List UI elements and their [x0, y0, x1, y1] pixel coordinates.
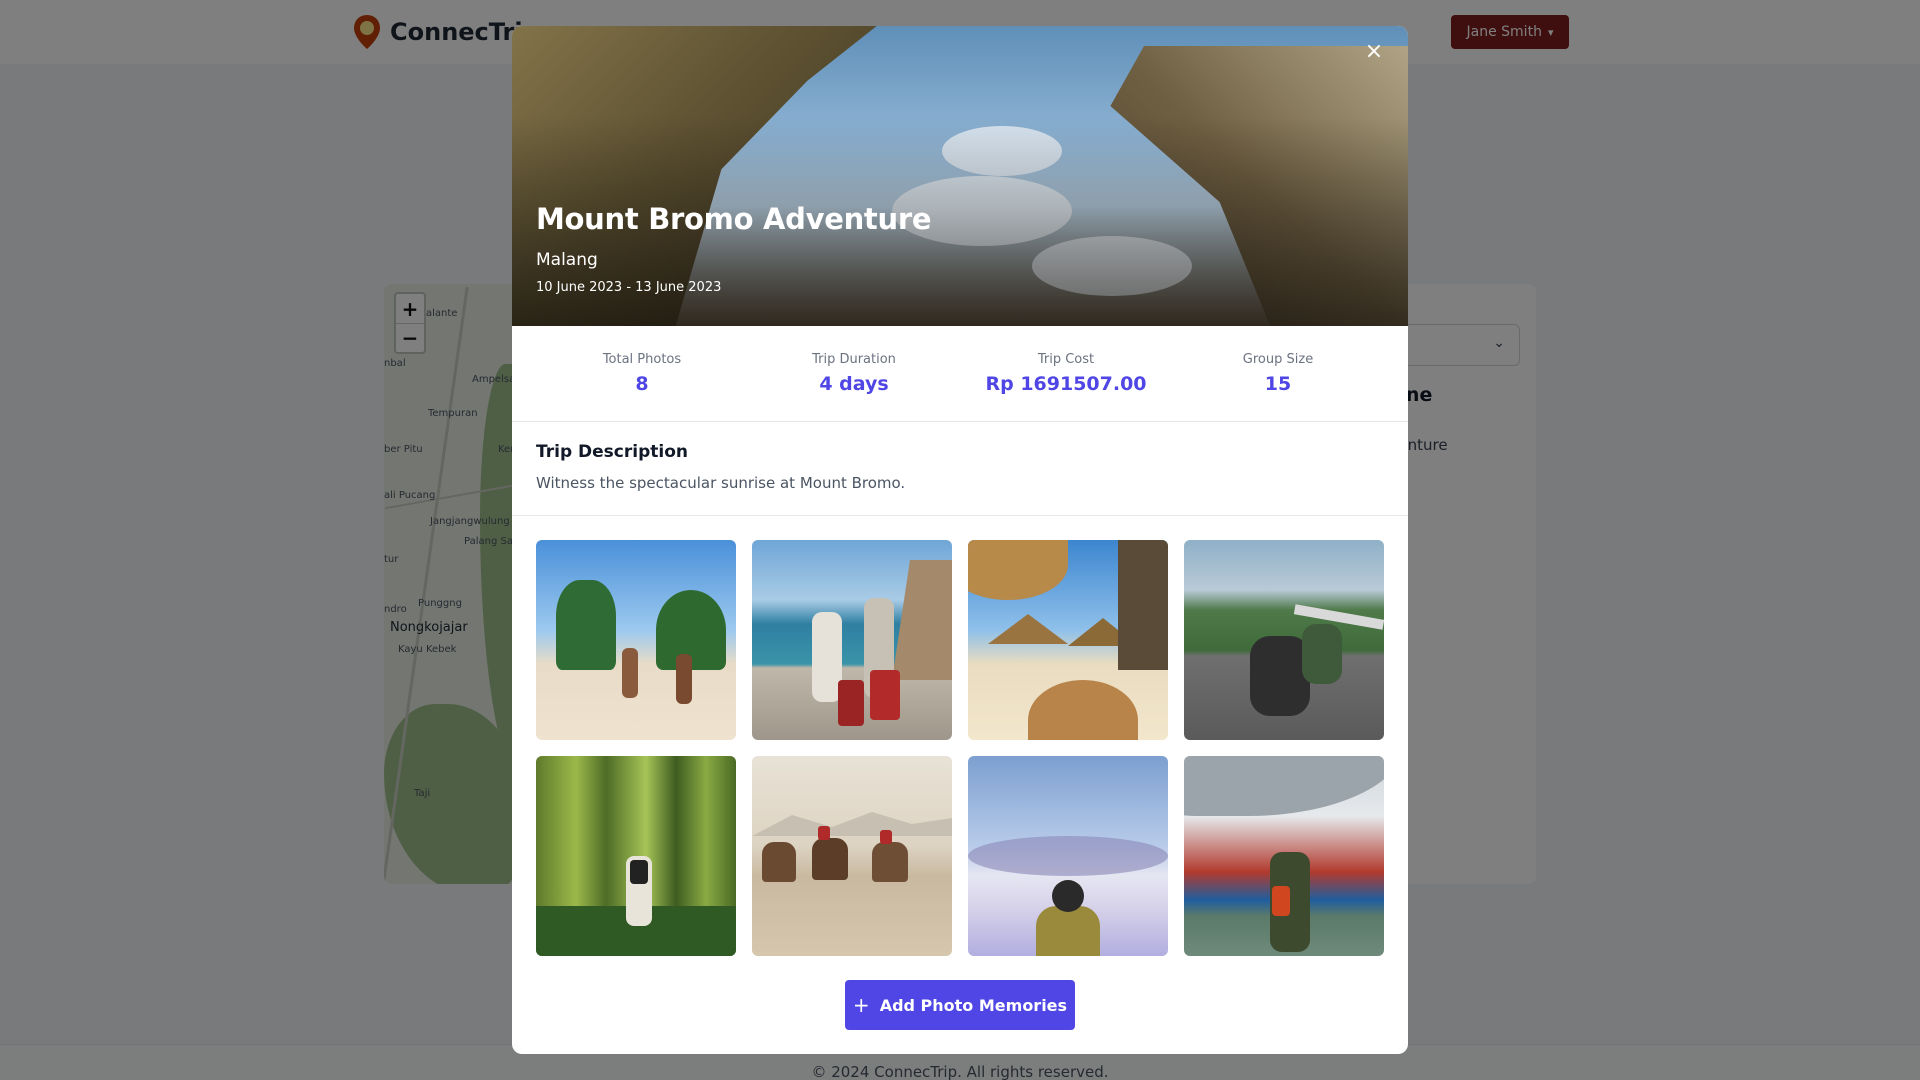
photo-thumbnail[interactable] — [536, 756, 736, 956]
photo-thumbnail[interactable] — [752, 756, 952, 956]
photo-thumbnail[interactable] — [968, 540, 1168, 740]
stat-label: Group Size — [1242, 352, 1314, 367]
description-text: Witness the spectacular sunrise at Mount… — [536, 474, 906, 492]
photo-thumbnail[interactable] — [1184, 756, 1384, 956]
stat-value: 4 days — [819, 373, 889, 395]
stat-group-size: Group Size 15 — [1172, 326, 1384, 421]
photo-thumbnail[interactable] — [968, 756, 1168, 956]
plus-icon: + — [852, 993, 870, 1017]
stat-label: Trip Cost — [1037, 352, 1095, 367]
photo-thumbnail[interactable] — [1184, 540, 1384, 740]
stat-value: 15 — [1264, 373, 1292, 395]
trip-stats: Total Photos 8 Trip Duration 4 days Trip… — [512, 326, 1408, 422]
stat-value: 8 — [635, 373, 649, 395]
stat-trip-duration: Trip Duration 4 days — [748, 326, 960, 421]
trip-dates: 10 June 2023 - 13 June 2023 — [536, 280, 722, 295]
stat-label: Total Photos — [602, 352, 682, 367]
photo-thumbnail[interactable] — [536, 540, 736, 740]
trip-detail-modal: × Mount Bromo Adventure Malang 10 June 2… — [512, 26, 1408, 1054]
stat-total-photos: Total Photos 8 — [536, 326, 748, 421]
trip-cover-image: × Mount Bromo Adventure Malang 10 June 2… — [512, 26, 1408, 326]
stat-value: Rp 1691507.00 — [985, 373, 1147, 395]
trip-header: Mount Bromo Adventure Malang 10 June 202… — [536, 202, 932, 295]
add-photo-memories-label: Add Photo Memories — [879, 995, 1068, 1015]
trip-city: Malang — [536, 250, 598, 270]
stat-trip-cost: Trip Cost Rp 1691507.00 — [960, 326, 1172, 421]
trip-title: Mount Bromo Adventure — [536, 202, 932, 236]
add-photo-memories-button[interactable]: + Add Photo Memories — [845, 980, 1075, 1030]
photo-gallery — [512, 516, 1408, 956]
stat-label: Trip Duration — [812, 352, 896, 367]
description-title: Trip Description — [536, 442, 688, 462]
photo-thumbnail[interactable] — [752, 540, 952, 740]
close-icon[interactable]: × — [1360, 38, 1388, 66]
trip-description: Trip Description Witness the spectacular… — [512, 422, 1408, 516]
